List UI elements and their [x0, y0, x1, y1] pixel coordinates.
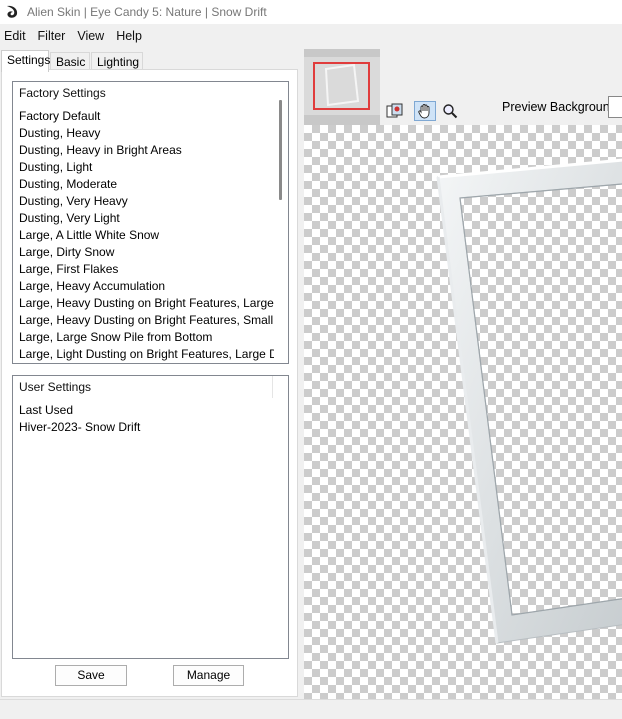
zoom-button[interactable]	[439, 101, 461, 121]
tab-settings[interactable]: Settings	[1, 50, 50, 72]
factory-settings-header: Factory Settings	[19, 86, 106, 100]
list-item[interactable]: Large, A Little White Snow	[19, 227, 274, 244]
preview-toggle-button[interactable]	[384, 101, 406, 121]
menu-help[interactable]: Help	[110, 29, 148, 43]
list-item[interactable]: Large, First Flakes	[19, 261, 274, 278]
manage-button[interactable]: Manage	[173, 665, 244, 686]
list-item[interactable]: Last Used	[19, 402, 274, 419]
menu-bar: Edit Filter View Help	[0, 26, 622, 46]
menu-edit[interactable]: Edit	[0, 29, 32, 43]
menu-view[interactable]: View	[71, 29, 110, 43]
save-button[interactable]: Save	[55, 665, 127, 686]
list-item[interactable]: Dusting, Moderate	[19, 176, 274, 193]
eye-candy-logo-icon	[7, 5, 18, 18]
window-title: Alien Skin | Eye Candy 5: Nature | Snow …	[27, 5, 267, 19]
list-item[interactable]: Large, Heavy Dusting on Bright Features,…	[19, 295, 274, 312]
preview-panel: Preview Background:	[302, 48, 622, 699]
list-item[interactable]: Large, Large Snow Pile from Bottom	[19, 329, 274, 346]
user-settings-header: User Settings	[19, 380, 92, 394]
list-item[interactable]: Large, Dirty Snow	[19, 244, 274, 261]
snow-frame-preview	[436, 158, 622, 644]
tab-strip: Settings Basic Lighting	[0, 50, 300, 72]
list-item[interactable]: Large, Heavy Accumulation	[19, 278, 274, 295]
scrollbar-thumb[interactable]	[279, 100, 282, 200]
menu-filter[interactable]: Filter	[32, 29, 72, 43]
preview-canvas[interactable]	[304, 125, 622, 699]
settings-tab-content: Factory Settings Factory Default Dusting,…	[1, 69, 298, 697]
preview-background-swatch[interactable]	[608, 96, 622, 118]
preview-toggle-icon	[386, 103, 403, 118]
factory-settings-list[interactable]: Factory Settings Factory Default Dusting,…	[12, 81, 289, 364]
hand-pan-button[interactable]	[414, 101, 436, 121]
navigator-thumbnail[interactable]	[304, 49, 380, 125]
list-item[interactable]: Dusting, Heavy in Bright Areas	[19, 142, 274, 159]
navigator-view-rect[interactable]	[313, 62, 370, 110]
list-item[interactable]: Large, Heavy Dusting on Bright Features,…	[19, 312, 274, 329]
list-item[interactable]: Dusting, Heavy	[19, 125, 274, 142]
list-item[interactable]: Large, Light Dusting on Bright Features,…	[19, 346, 274, 363]
settings-panel: Settings Basic Lighting Factory Settings…	[0, 48, 300, 698]
list-item[interactable]: Hiver-2023- Snow Drift	[19, 419, 274, 436]
preview-background-label: Preview Background:	[502, 100, 621, 114]
title-bar: Alien Skin | Eye Candy 5: Nature | Snow …	[0, 0, 622, 24]
list-item[interactable]: Dusting, Very Light	[19, 210, 274, 227]
factory-settings-items: Factory Default Dusting, Heavy Dusting, He…	[19, 108, 274, 363]
list-item[interactable]: Factory Default	[19, 108, 274, 125]
user-settings-list[interactable]: User Settings Last Used Hiver-2023- Snow …	[12, 375, 289, 659]
list-item[interactable]: Dusting, Very Heavy	[19, 193, 274, 210]
user-settings-items: Last Used Hiver-2023- Snow Drift	[19, 402, 274, 436]
status-bar	[0, 699, 622, 719]
hand-pan-icon	[418, 104, 430, 119]
header-separator	[272, 376, 273, 398]
zoom-icon	[443, 104, 458, 119]
list-item[interactable]: Dusting, Light	[19, 159, 274, 176]
